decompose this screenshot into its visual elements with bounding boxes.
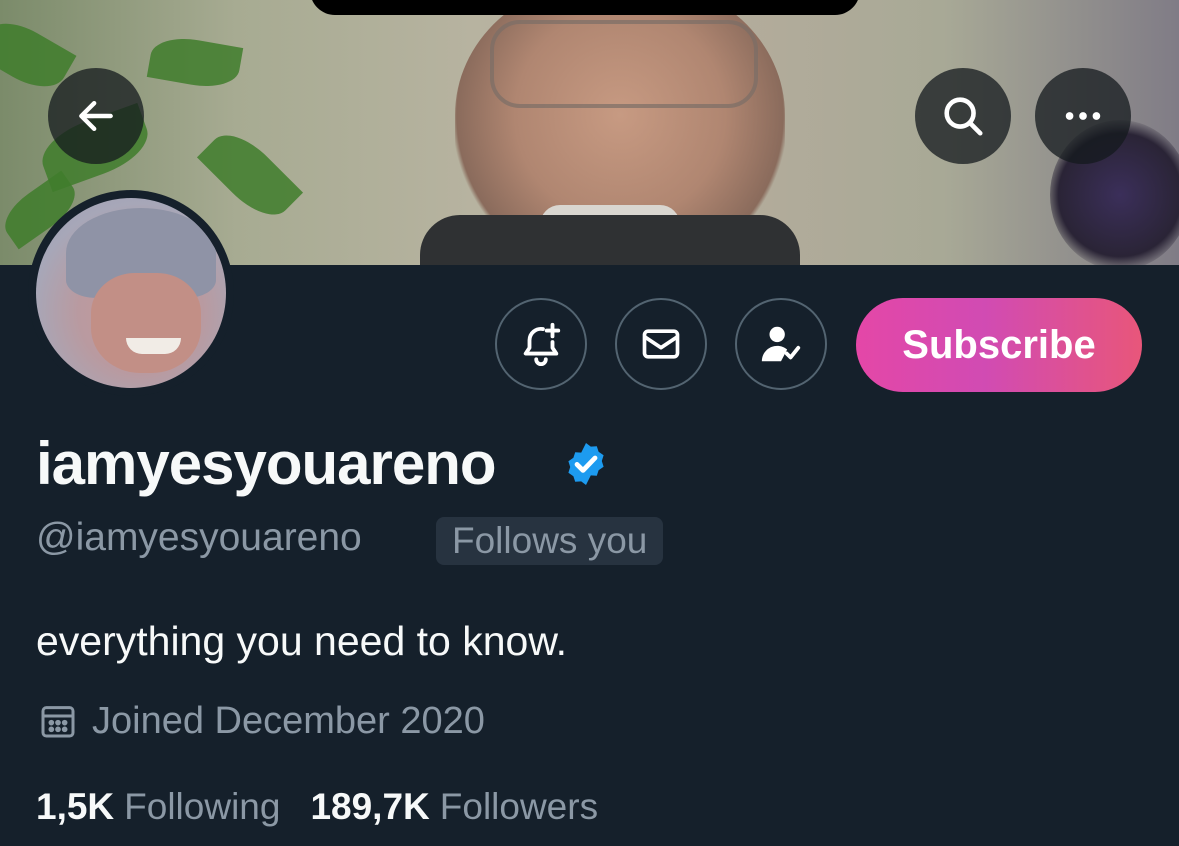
search-icon (944, 97, 983, 136)
verified-badge-icon (568, 443, 604, 485)
following-link[interactable]: 1,5K Following (36, 782, 280, 832)
handle: @iamyesyouareno (36, 516, 362, 559)
follow-stats: 1,5K Following 189,7K Followers (36, 782, 598, 832)
bio: everything you need to know. (36, 618, 568, 664)
avatar[interactable] (28, 190, 234, 396)
arrow-left-icon (79, 100, 113, 132)
follows-you-badge: Follows you (436, 517, 664, 565)
calendar-icon (41, 706, 75, 738)
following-label: Following (124, 786, 281, 827)
following-count: 1,5K (36, 786, 115, 827)
subscribe-button[interactable]: Subscribe (856, 298, 1142, 392)
joined-label: Joined December 2020 (92, 700, 485, 742)
back-button[interactable] (48, 68, 144, 164)
notifications-button[interactable] (495, 298, 587, 390)
more-horizontal-icon (1065, 112, 1101, 120)
joined-date: Joined December 2020 (38, 697, 485, 745)
device-notch (310, 0, 860, 15)
more-button[interactable] (1035, 68, 1131, 164)
user-check-icon (761, 326, 801, 362)
envelope-icon (642, 329, 680, 359)
message-button[interactable] (615, 298, 707, 390)
following-button[interactable] (735, 298, 827, 390)
followers-link[interactable]: 189,7K Followers (310, 782, 598, 832)
avatar-image (36, 198, 226, 388)
search-button[interactable] (915, 68, 1011, 164)
followers-label: Followers (439, 786, 599, 827)
bell-plus-icon (523, 322, 561, 366)
display-name: iamyesyouareno (36, 430, 497, 497)
followers-count: 189,7K (310, 786, 430, 827)
